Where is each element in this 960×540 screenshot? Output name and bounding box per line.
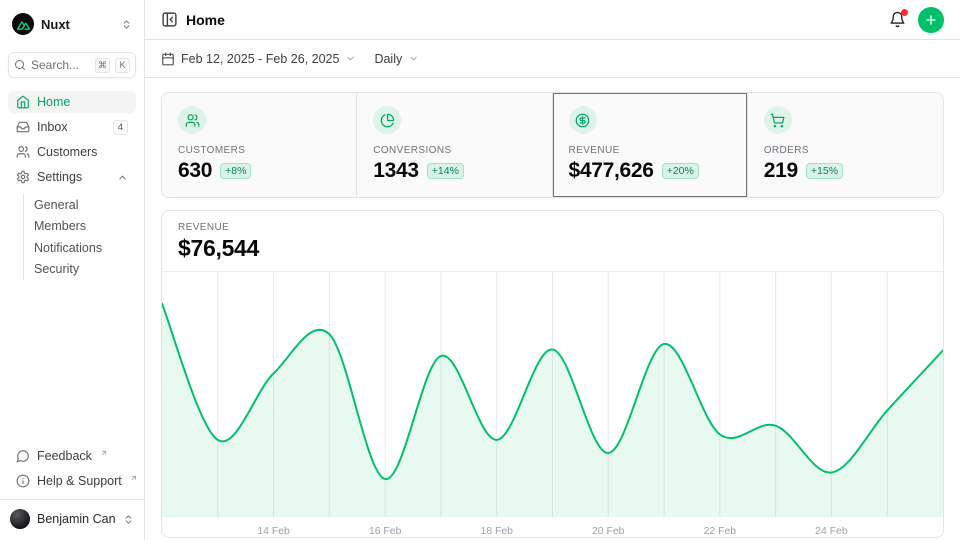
sidebar-nav: Home Inbox 4 Customers Settings Genera: [8, 91, 136, 280]
gear-icon: [16, 170, 30, 184]
sidebar-item-members[interactable]: Members: [24, 216, 136, 238]
page-title: Home: [186, 12, 225, 28]
revenue-chart-panel: REVENUE $76,544 14 Feb 16 Feb 18 Feb 20 Feb…: [161, 210, 944, 538]
help-support-link[interactable]: Help & Support: [8, 470, 136, 492]
workspace-name: Nuxt: [41, 17, 114, 32]
chat-bubble-icon: [16, 449, 30, 463]
panel-left-close-icon: [161, 11, 178, 28]
stat-label: REVENUE: [569, 145, 731, 156]
date-range-label: Feb 12, 2025 - Feb 26, 2025: [181, 52, 339, 66]
help-support-label: Help & Support: [37, 474, 122, 488]
chart-area: 14 Feb 16 Feb 18 Feb 20 Feb 22 Feb 24 Feb: [162, 272, 943, 537]
sidebar-item-label: Settings: [37, 170, 82, 184]
page-header: Home: [145, 0, 960, 40]
add-button[interactable]: [918, 7, 944, 33]
sidebar-item-label: Home: [37, 95, 70, 109]
external-link-icon: [130, 474, 138, 482]
kbd-cmd: ⌘: [95, 58, 110, 73]
user-menu[interactable]: Benjamin Canac: [0, 499, 144, 540]
calendar-icon: [161, 52, 175, 66]
home-icon: [16, 95, 30, 109]
users-icon: [178, 106, 206, 134]
sidebar-collapse-button[interactable]: [161, 11, 178, 28]
svg-text:22 Feb: 22 Feb: [704, 526, 737, 537]
sidebar-item-label: Customers: [37, 145, 97, 159]
stat-value: 630: [178, 159, 212, 183]
chevrons-up-down-icon: [121, 19, 132, 30]
svg-text:16 Feb: 16 Feb: [369, 526, 402, 537]
settings-submenu: General Members Notifications Security: [23, 194, 136, 280]
avatar: [10, 509, 30, 529]
search-placeholder: Search...: [31, 58, 90, 72]
stat-card-orders[interactable]: ORDERS 219 +15%: [748, 93, 943, 197]
svg-text:14 Feb: 14 Feb: [257, 526, 290, 537]
sidebar-footer: Feedback Help & Support: [8, 445, 136, 499]
stat-label: ORDERS: [764, 145, 927, 156]
stat-card-conversions[interactable]: CONVERSIONS 1343 +14%: [357, 93, 552, 197]
inbox-icon: [16, 120, 30, 134]
pie-chart-icon: [373, 106, 401, 134]
svg-text:20 Feb: 20 Feb: [592, 526, 625, 537]
sidebar-item-general[interactable]: General: [24, 194, 136, 216]
search-icon: [14, 59, 26, 71]
info-icon: [16, 474, 30, 488]
notifications-button[interactable]: [889, 11, 906, 28]
stat-label: CUSTOMERS: [178, 145, 340, 156]
sidebar-item-security[interactable]: Security: [24, 259, 136, 281]
chevron-up-icon: [117, 172, 128, 183]
sidebar-item-notifications[interactable]: Notifications: [24, 237, 136, 259]
chevrons-up-down-icon: [123, 514, 134, 525]
sidebar: Nuxt Search... ⌘ K Home Inbox 4: [0, 0, 145, 540]
sidebar-item-label: Inbox: [37, 120, 68, 134]
dashboard-content: CUSTOMERS 630 +8% CONVERSIONS 1343 +14%: [145, 78, 960, 540]
external-link-icon: [100, 449, 108, 457]
stat-value: 219: [764, 159, 798, 183]
stat-delta-badge: +20%: [662, 163, 699, 179]
stat-delta-badge: +8%: [220, 163, 251, 179]
nuxt-logo-icon: [12, 13, 34, 35]
stat-delta-badge: +15%: [806, 163, 843, 179]
revenue-chart-header: REVENUE $76,544: [162, 211, 943, 272]
feedback-link[interactable]: Feedback: [8, 445, 136, 467]
plus-icon: [924, 13, 938, 27]
inbox-count-badge: 4: [113, 120, 128, 135]
chart-label: REVENUE: [178, 222, 927, 233]
header-actions: [889, 7, 944, 33]
kbd-k: K: [115, 58, 130, 73]
chevron-down-icon: [408, 53, 419, 64]
svg-text:24 Feb: 24 Feb: [815, 526, 848, 537]
date-range-picker[interactable]: Feb 12, 2025 - Feb 26, 2025: [161, 52, 356, 66]
dollar-circle-icon: [569, 106, 597, 134]
period-select[interactable]: Daily: [374, 52, 419, 66]
revenue-area-chart: 14 Feb 16 Feb 18 Feb 20 Feb 22 Feb 24 Feb: [162, 272, 943, 537]
cart-icon: [764, 106, 792, 134]
search-input[interactable]: Search... ⌘ K: [8, 52, 136, 78]
workspace-switcher[interactable]: Nuxt: [8, 8, 136, 40]
filters-toolbar: Feb 12, 2025 - Feb 26, 2025 Daily: [145, 40, 960, 78]
stat-value: $477,626: [569, 159, 654, 183]
sidebar-item-inbox[interactable]: Inbox 4: [8, 116, 136, 138]
sidebar-item-settings[interactable]: Settings: [8, 166, 136, 188]
feedback-label: Feedback: [37, 449, 92, 463]
user-name: Benjamin Canac: [37, 512, 116, 526]
users-icon: [16, 145, 30, 159]
stat-value: 1343: [373, 159, 419, 183]
notification-dot: [901, 9, 908, 16]
chart-total-value: $76,544: [178, 235, 927, 262]
stat-delta-badge: +14%: [427, 163, 464, 179]
chevron-down-icon: [345, 53, 356, 64]
stat-label: CONVERSIONS: [373, 145, 535, 156]
stat-card-revenue[interactable]: REVENUE $477,626 +20%: [553, 93, 748, 197]
svg-text:18 Feb: 18 Feb: [481, 526, 514, 537]
period-label: Daily: [374, 52, 402, 66]
sidebar-item-customers[interactable]: Customers: [8, 141, 136, 163]
stats-row: CUSTOMERS 630 +8% CONVERSIONS 1343 +14%: [161, 92, 944, 198]
sidebar-item-home[interactable]: Home: [8, 91, 136, 113]
main-area: Home Feb 12, 2025 - Feb 26, 2025: [145, 0, 960, 540]
stat-card-customers[interactable]: CUSTOMERS 630 +8%: [162, 93, 357, 197]
